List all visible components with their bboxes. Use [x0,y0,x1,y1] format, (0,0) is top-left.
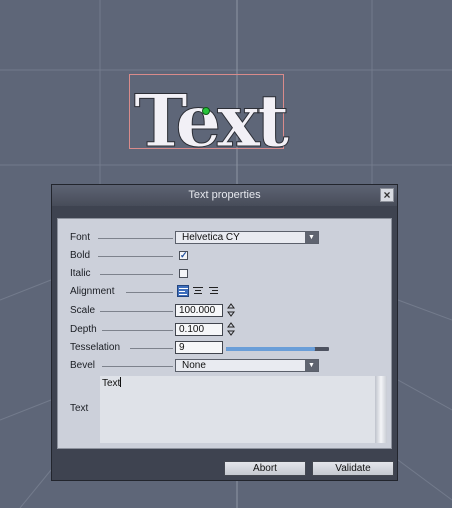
scale-spinner-icon[interactable] [227,303,235,317]
depth-leader [102,330,173,331]
dialog-title: Text properties [52,185,397,206]
font-leader [98,238,173,239]
italic-checkbox[interactable] [179,269,188,278]
font-dropdown[interactable]: Helvetica CY ▼ [175,231,319,244]
bevel-dropdown[interactable]: None ▼ [175,359,319,372]
preview-3d-text: Text [134,78,289,163]
depth-label: Depth [70,324,97,335]
text-scrollbar[interactable] [375,376,387,443]
scale-leader [100,311,173,312]
close-icon[interactable]: × [380,188,394,202]
font-label: Font [70,232,91,243]
properties-panel: Font Helvetica CY ▼ Bold ✓ Italic Alignm… [57,218,392,449]
bevel-leader [102,366,173,367]
text-caret [120,377,122,387]
align-right-icon[interactable] [207,285,219,297]
bevel-dropdown-value: None [182,360,206,371]
tesselation-label: Tesselation [70,342,121,353]
align-center-icon[interactable] [192,285,204,297]
italic-leader [100,274,173,275]
text-properties-dialog: Text properties × Font Helvetica CY ▼ Bo… [51,184,398,481]
depth-field[interactable]: 0.100 [175,323,223,336]
alignment-label: Alignment [70,286,115,297]
text-label: Text [70,403,89,414]
tesselation-leader [130,348,173,349]
tesselation-field[interactable]: 9 [175,341,223,354]
italic-label: Italic [70,268,91,279]
bold-leader [98,256,173,257]
tesselation-slider[interactable] [226,347,329,351]
validate-button[interactable]: Validate [312,461,394,476]
bold-label: Bold [70,250,91,261]
align-left-icon[interactable] [177,285,189,297]
chevron-down-icon: ▼ [305,232,318,243]
depth-spinner-icon[interactable] [227,322,235,336]
abort-button[interactable]: Abort [224,461,306,476]
text-input-value: Text [102,378,121,389]
scale-label: Scale [70,305,96,316]
pivot-marker[interactable] [202,107,210,115]
chevron-down-icon: ▼ [305,360,318,371]
bold-checkbox[interactable]: ✓ [179,251,188,260]
bevel-label: Bevel [70,360,96,371]
text-input[interactable]: Text [100,376,387,443]
scale-field[interactable]: 100.000 [175,304,223,317]
alignment-leader [126,292,173,293]
tesselation-slider-fill [226,347,315,351]
font-dropdown-value: Helvetica CY [182,232,240,243]
